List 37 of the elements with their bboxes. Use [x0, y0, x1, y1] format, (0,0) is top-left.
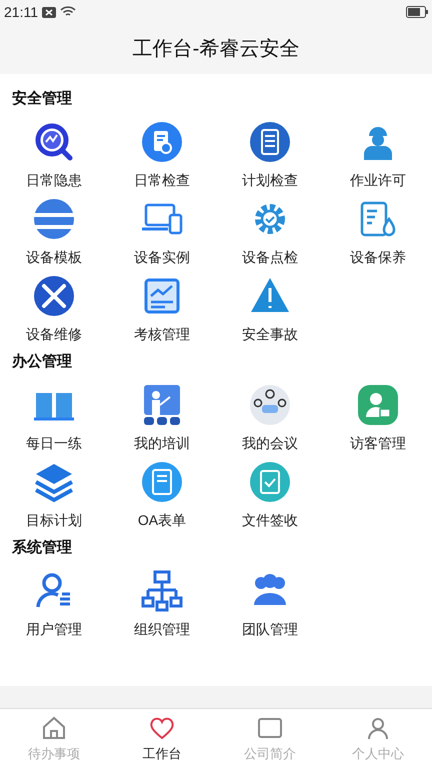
section-title: 办公管理 [10, 352, 73, 372]
menu-item[interactable]: 安全事故 [216, 272, 324, 349]
visitor-icon [356, 383, 400, 427]
menu-item[interactable]: 设备维修 [0, 272, 108, 349]
meeting-icon [248, 383, 292, 427]
menu-item[interactable]: 日常隐患 [0, 118, 108, 195]
menu-item[interactable]: 文件签收 [216, 458, 324, 535]
clipboard-check-icon [248, 460, 292, 504]
menu-item[interactable]: OA表单 [108, 458, 216, 535]
section-title: 系统管理 [11, 538, 73, 558]
notification-icon [42, 6, 56, 18]
wifi-icon [60, 6, 76, 18]
menu-item[interactable]: 每日一练 [0, 381, 108, 458]
menu-item[interactable]: 计划检查 [216, 118, 324, 195]
org-chart-icon [140, 569, 184, 613]
menu-item[interactable]: 日常检查 [108, 118, 216, 195]
nav-tab[interactable]: 工作台 [108, 709, 216, 768]
status-time: 21:11 [4, 2, 38, 22]
menu-item[interactable]: 设备保养 [324, 195, 432, 272]
checklist-icon [248, 120, 292, 164]
page-title: 工作台-希睿云安全 [132, 37, 300, 62]
menu-item[interactable]: 我的会议 [216, 381, 324, 458]
section-title: 安全管理 [11, 89, 73, 109]
menu-item[interactable]: 设备点检 [216, 195, 324, 272]
menu-item[interactable]: 用户管理 [0, 567, 108, 644]
document-search-icon [140, 120, 184, 164]
menu-item[interactable]: 目标计划 [0, 458, 108, 535]
menu-item[interactable]: 组织管理 [108, 567, 216, 644]
menu-item[interactable]: 团队管理 [216, 567, 324, 644]
form-icon [140, 460, 184, 504]
battery-icon [406, 6, 428, 18]
menu-item[interactable]: 设备实例 [108, 195, 216, 272]
menu-item[interactable]: 设备模板 [0, 195, 108, 272]
menu-item[interactable]: 考核管理 [108, 272, 216, 349]
menu-item[interactable]: 作业许可 [324, 118, 432, 195]
menu-item[interactable]: 我的培训 [108, 381, 216, 458]
menu-item[interactable]: 访客管理 [324, 381, 432, 458]
